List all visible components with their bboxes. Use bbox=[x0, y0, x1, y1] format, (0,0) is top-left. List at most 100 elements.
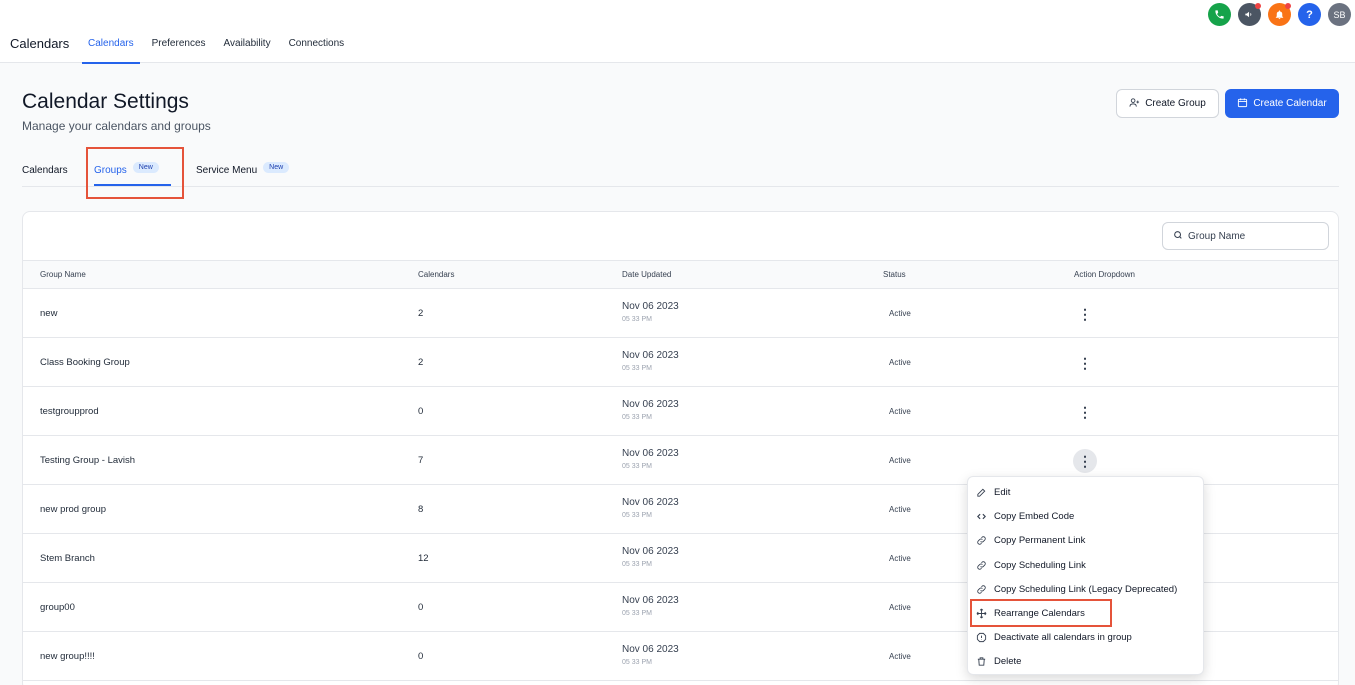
menu-item-label: Delete bbox=[994, 655, 1022, 667]
header-calendars: Calendars bbox=[418, 270, 455, 279]
help-icon[interactable]: ? bbox=[1298, 3, 1321, 26]
app-title: Calendars bbox=[10, 36, 70, 51]
date-updated: Nov 06 2023 bbox=[622, 399, 679, 410]
header-action-dropdown: Action Dropdown bbox=[1074, 270, 1135, 279]
create-group-button[interactable]: Create Group bbox=[1116, 89, 1219, 118]
status-text: Active bbox=[889, 456, 911, 465]
avatar[interactable]: SB bbox=[1328, 3, 1351, 26]
time-updated: 05 33 PM bbox=[622, 414, 652, 421]
action-dropdown-menu: Edit Copy Embed Code Copy Permanent Link… bbox=[967, 476, 1204, 675]
top-bar: Calendars Calendars Preferences Availabi… bbox=[0, 0, 1355, 64]
page-subtitle: Manage your calendars and groups bbox=[22, 119, 211, 133]
menu-item-label: Copy Permanent Link bbox=[994, 534, 1086, 546]
calendar-count: 12 bbox=[418, 553, 429, 564]
menu-item-edit[interactable]: Edit bbox=[975, 482, 1010, 502]
nav-availability[interactable]: Availability bbox=[218, 38, 277, 64]
notification-dot bbox=[1255, 3, 1261, 9]
status-text: Active bbox=[889, 554, 911, 563]
link-icon bbox=[975, 583, 987, 595]
header-group-name: Group Name bbox=[40, 270, 86, 279]
table-header: Group Name Calendars Date Updated Status… bbox=[23, 260, 1338, 289]
menu-item-copy-scheduling-link-legacy[interactable]: Copy Scheduling Link (Legacy Deprecated) bbox=[975, 579, 1177, 599]
time-updated: 05 33 PM bbox=[622, 365, 652, 372]
status-text: Active bbox=[889, 603, 911, 612]
top-nav: Calendars Preferences Availability Conne… bbox=[82, 38, 356, 64]
menu-item-delete[interactable]: Delete bbox=[975, 651, 1021, 671]
notification-dot bbox=[1285, 3, 1291, 9]
add-user-icon bbox=[1129, 97, 1140, 111]
group-name: new group!!!! bbox=[40, 651, 95, 662]
group-name: new bbox=[40, 308, 58, 319]
kebab-menu-icon[interactable]: ⋮ bbox=[1073, 351, 1097, 375]
kebab-menu-icon[interactable]: ⋮ bbox=[1073, 449, 1097, 473]
calendar-count: 2 bbox=[418, 357, 424, 368]
calendar-count: 0 bbox=[418, 651, 424, 662]
settings-tabs: Calendars Groups New Service Menu New bbox=[22, 160, 1339, 187]
date-updated: Nov 06 2023 bbox=[622, 448, 679, 459]
time-updated: 05 33 PM bbox=[622, 463, 652, 470]
tab-label: Service Menu bbox=[196, 165, 258, 176]
create-group-label: Create Group bbox=[1145, 98, 1206, 109]
nav-connections[interactable]: Connections bbox=[283, 38, 351, 64]
group-name: Testing Group - Lavish bbox=[40, 455, 136, 466]
link-icon bbox=[975, 534, 987, 546]
bell-icon[interactable] bbox=[1268, 3, 1291, 26]
search-input[interactable]: Group Name bbox=[1162, 222, 1329, 250]
pencil-icon bbox=[975, 486, 987, 498]
menu-item-copy-scheduling-link[interactable]: Copy Scheduling Link bbox=[975, 555, 1086, 575]
groups-tab-highlight bbox=[86, 147, 184, 199]
create-calendar-label: Create Calendar bbox=[1253, 98, 1327, 109]
date-updated: Nov 06 2023 bbox=[622, 301, 679, 312]
megaphone-icon[interactable] bbox=[1238, 3, 1261, 26]
calendar-count: 7 bbox=[418, 455, 424, 466]
kebab-menu-icon[interactable]: ⋮ bbox=[1073, 302, 1097, 326]
date-updated: Nov 06 2023 bbox=[622, 644, 679, 655]
menu-item-label: Copy Scheduling Link bbox=[994, 559, 1086, 571]
top-icons: ? SB bbox=[1208, 3, 1351, 26]
nav-calendars[interactable]: Calendars bbox=[82, 38, 140, 64]
menu-item-label: Copy Scheduling Link (Legacy Deprecated) bbox=[994, 583, 1178, 595]
menu-item-deactivate-all[interactable]: Deactivate all calendars in group bbox=[975, 627, 1132, 647]
tab-calendars[interactable]: Calendars bbox=[22, 165, 68, 176]
calendar-icon bbox=[1237, 97, 1248, 111]
search-placeholder: Group Name bbox=[1188, 230, 1246, 242]
page-title: Calendar Settings bbox=[22, 90, 189, 113]
menu-item-label: Copy Embed Code bbox=[994, 510, 1075, 522]
status-text: Active bbox=[889, 358, 911, 367]
time-updated: 05 33 PM bbox=[622, 610, 652, 617]
nav-preferences[interactable]: Preferences bbox=[146, 38, 212, 64]
date-updated: Nov 06 2023 bbox=[622, 350, 679, 361]
menu-item-copy-embed-code[interactable]: Copy Embed Code bbox=[975, 506, 1074, 526]
code-icon bbox=[975, 510, 987, 522]
calendar-count: 2 bbox=[418, 308, 424, 319]
group-name: testgroupprod bbox=[40, 406, 99, 417]
tab-service-menu[interactable]: Service Menu New bbox=[196, 162, 290, 176]
trash-icon bbox=[975, 655, 987, 667]
table-row: Class Booking Group 2 Nov 06 2023 05 33 … bbox=[23, 338, 1338, 387]
time-updated: 05 33 PM bbox=[622, 561, 652, 568]
tab-label: Calendars bbox=[22, 165, 68, 176]
rearrange-highlight bbox=[970, 599, 1112, 627]
date-updated: Nov 06 2023 bbox=[622, 595, 679, 606]
group-name: group00 bbox=[40, 602, 75, 613]
create-calendar-button[interactable]: Create Calendar bbox=[1225, 89, 1339, 118]
group-name: Class Booking Group bbox=[40, 357, 130, 368]
link-icon bbox=[975, 559, 987, 571]
deactivate-icon bbox=[975, 631, 987, 643]
date-updated: Nov 06 2023 bbox=[622, 546, 679, 557]
table-row: new 2 Nov 06 2023 05 33 PM Active ⋮ bbox=[23, 289, 1338, 338]
menu-item-label: Edit bbox=[994, 486, 1011, 498]
header-status: Status bbox=[883, 270, 906, 279]
status-text: Active bbox=[889, 309, 911, 318]
status-text: Active bbox=[889, 505, 911, 514]
menu-item-label: Deactivate all calendars in group bbox=[994, 631, 1132, 643]
search-icon bbox=[1173, 230, 1183, 243]
kebab-menu-icon[interactable]: ⋮ bbox=[1073, 400, 1097, 424]
status-text: Active bbox=[889, 407, 911, 416]
date-updated: Nov 06 2023 bbox=[622, 497, 679, 508]
phone-icon[interactable] bbox=[1208, 3, 1231, 26]
calendar-count: 0 bbox=[418, 602, 424, 613]
group-name: Stem Branch bbox=[40, 553, 95, 564]
menu-item-copy-permanent-link[interactable]: Copy Permanent Link bbox=[975, 530, 1085, 550]
calendar-count: 0 bbox=[418, 406, 424, 417]
